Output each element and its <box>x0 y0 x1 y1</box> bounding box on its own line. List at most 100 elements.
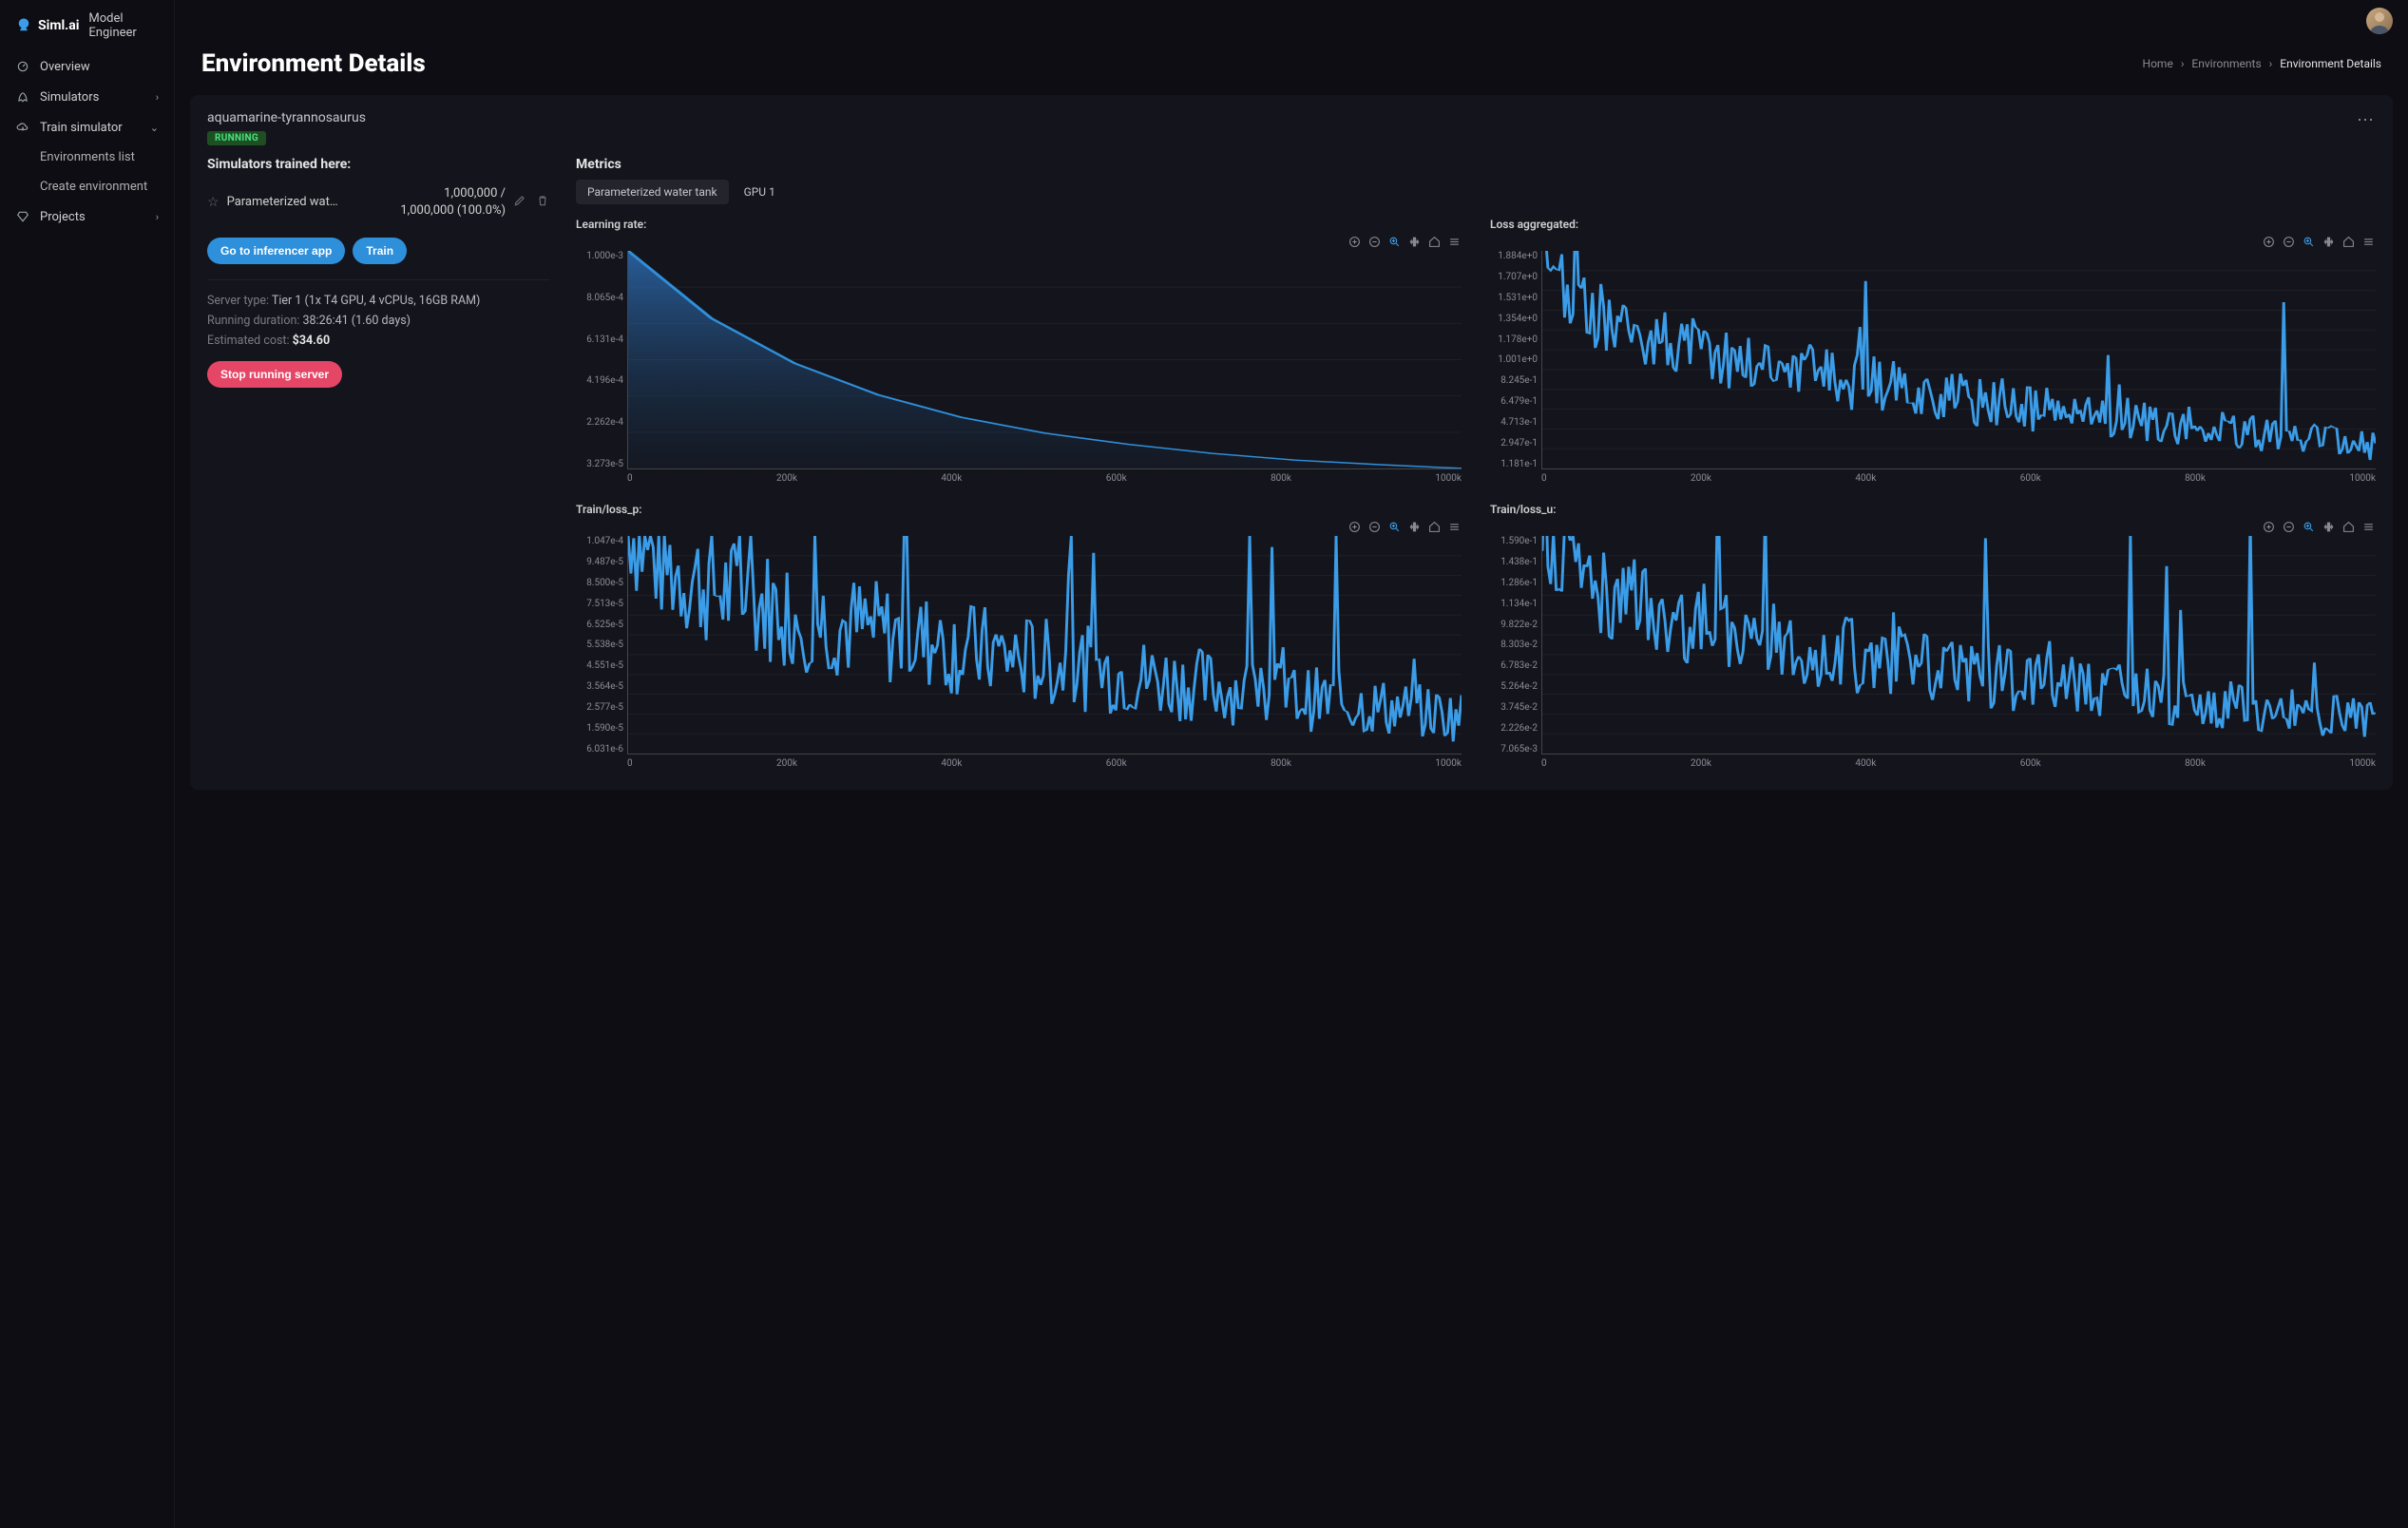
chart-loss_p: Train/loss_p: 1.047e-49.487e-58.500e-57.… <box>576 503 1462 769</box>
nav-label: Overview <box>40 60 159 74</box>
running-duration-label: Running duration: <box>207 314 299 328</box>
train-button[interactable]: Train <box>353 238 407 264</box>
sidebar-item-simulators[interactable]: Simulators › <box>0 82 174 112</box>
server-type-value: Tier 1 (1x T4 GPU, 4 vCPUs, 16GB RAM) <box>272 294 481 308</box>
rocket-icon <box>15 89 30 105</box>
chart-toolbar <box>576 520 1462 534</box>
x-axis: 0200k400k600k800k1000k <box>1490 469 2376 484</box>
delete-icon[interactable] <box>536 194 549 211</box>
simulator-progress-line2: 1,000,000 (100.0%) <box>400 202 506 220</box>
crumb-environments[interactable]: Environments <box>2191 57 2261 70</box>
sidebar-item-overview[interactable]: Overview <box>0 51 174 82</box>
chart-plot-area[interactable] <box>1541 251 2376 469</box>
edit-icon[interactable] <box>513 194 526 211</box>
home-icon[interactable] <box>1427 520 1442 534</box>
cloud-down-icon <box>15 120 30 135</box>
chart-plot-area[interactable] <box>627 536 1462 754</box>
zoom-tool-icon[interactable] <box>1387 520 1402 534</box>
pan-tool-icon[interactable] <box>2322 520 2336 534</box>
stop-server-button[interactable]: Stop running server <box>207 361 342 388</box>
chart-plot-area[interactable] <box>627 251 1462 469</box>
estimated-cost-line: Estimated cost: $34.60 <box>207 334 549 348</box>
chart-toolbar <box>1490 235 2376 249</box>
zoom-tool-icon[interactable] <box>1387 235 1402 249</box>
nav-label: Train simulator <box>40 121 141 135</box>
star-icon[interactable]: ☆ <box>207 195 220 210</box>
chevron-right-icon: › <box>2269 57 2273 70</box>
y-axis: 1.000e-38.065e-46.131e-44.196e-42.262e-4… <box>576 251 627 469</box>
crumb-home[interactable]: Home <box>2143 57 2173 70</box>
more-actions-button[interactable]: ⋯ <box>2357 110 2376 130</box>
simulator-name[interactable]: Parameterized wat… <box>227 195 393 209</box>
metrics-label: Metrics <box>576 157 2376 172</box>
y-axis: 1.884e+01.707e+01.531e+01.354e+01.178e+0… <box>1490 251 1541 469</box>
zoom-out-icon[interactable] <box>2282 235 2296 249</box>
nav-label: Simulators <box>40 90 146 105</box>
estimated-cost-value: $34.60 <box>293 334 330 348</box>
chevron-down-icon: ⌄ <box>150 122 159 134</box>
chart-title: Learning rate: <box>576 218 1462 231</box>
chart-title: Loss aggregated: <box>1490 218 2376 231</box>
chart-title: Train/loss_u: <box>1490 503 2376 516</box>
nav-label: Create environment <box>40 180 147 194</box>
home-icon[interactable] <box>2341 520 2356 534</box>
metrics-tab-gpu1[interactable]: GPU 1 <box>733 180 787 204</box>
estimated-cost-label: Estimated cost: <box>207 334 290 348</box>
breadcrumb: Home › Environments › Environment Detail… <box>2143 57 2381 70</box>
sidebar-item-train-simulator[interactable]: Train simulator ⌄ <box>0 112 174 143</box>
nav-label: Environments list <box>40 150 135 164</box>
simulator-progress-line1: 1,000,000 / <box>400 185 506 202</box>
running-duration-line: Running duration: 38:26:41 (1.60 days) <box>207 314 549 328</box>
x-axis: 0200k400k600k800k1000k <box>1490 754 2376 769</box>
server-type-label: Server type: <box>207 294 269 308</box>
sidebar-subitem-create-environment[interactable]: Create environment <box>0 172 174 201</box>
x-axis: 0200k400k600k800k1000k <box>576 754 1462 769</box>
nav-label: Projects <box>40 210 146 224</box>
sidebar-subitem-environments-list[interactable]: Environments list <box>0 143 174 172</box>
zoom-out-icon[interactable] <box>2282 520 2296 534</box>
chart-plot-area[interactable] <box>1541 536 2376 754</box>
crumb-current: Environment Details <box>2280 57 2381 70</box>
menu-icon[interactable] <box>2361 235 2376 249</box>
chart-toolbar <box>576 235 1462 249</box>
server-type-line: Server type: Tier 1 (1x T4 GPU, 4 vCPUs,… <box>207 294 549 308</box>
zoom-in-icon[interactable] <box>2262 520 2276 534</box>
zoom-tool-icon[interactable] <box>2302 235 2316 249</box>
pan-tool-icon[interactable] <box>1407 235 1422 249</box>
chart-lr: Learning rate: 1.000e-38.065e-46.131e-44… <box>576 218 1462 484</box>
status-badge: RUNNING <box>207 131 266 145</box>
page-title: Environment Details <box>201 49 426 78</box>
chevron-right-icon: › <box>156 91 159 104</box>
zoom-out-icon[interactable] <box>1367 520 1382 534</box>
brand-product: Model Engineer <box>88 11 159 40</box>
home-icon[interactable] <box>2341 235 2356 249</box>
metrics-tab-watertank[interactable]: Parameterized water tank <box>576 180 729 204</box>
pan-tool-icon[interactable] <box>1407 520 1422 534</box>
brand-name: Siml.ai <box>38 18 79 33</box>
zoom-tool-icon[interactable] <box>2302 520 2316 534</box>
y-axis: 1.590e-11.438e-11.286e-11.134e-19.822e-2… <box>1490 536 1541 754</box>
logo-icon <box>15 16 32 35</box>
y-axis: 1.047e-49.487e-58.500e-57.513e-56.525e-5… <box>576 536 627 754</box>
menu-icon[interactable] <box>1447 520 1462 534</box>
menu-icon[interactable] <box>2361 520 2376 534</box>
zoom-in-icon[interactable] <box>2262 235 2276 249</box>
home-icon[interactable] <box>1427 235 1442 249</box>
brand-logo[interactable]: Siml.ai Model Engineer <box>0 11 174 51</box>
chart-toolbar <box>1490 520 2376 534</box>
chart-loss_u: Train/loss_u: 1.590e-11.438e-11.286e-11.… <box>1490 503 2376 769</box>
zoom-in-icon[interactable] <box>1347 520 1362 534</box>
chevron-right-icon: › <box>2181 57 2185 70</box>
user-avatar[interactable] <box>2366 8 2393 34</box>
menu-icon[interactable] <box>1447 235 1462 249</box>
environment-name: aquamarine-tyrannosaurus <box>207 110 2376 125</box>
dashboard-icon <box>15 59 30 74</box>
zoom-out-icon[interactable] <box>1367 235 1382 249</box>
go-to-inferencer-button[interactable]: Go to inferencer app <box>207 238 345 264</box>
divider <box>207 279 549 280</box>
running-duration-value: 38:26:41 (1.60 days) <box>303 314 411 328</box>
zoom-in-icon[interactable] <box>1347 235 1362 249</box>
simulators-trained-label: Simulators trained here: <box>207 157 549 172</box>
sidebar-item-projects[interactable]: Projects › <box>0 201 174 232</box>
pan-tool-icon[interactable] <box>2322 235 2336 249</box>
